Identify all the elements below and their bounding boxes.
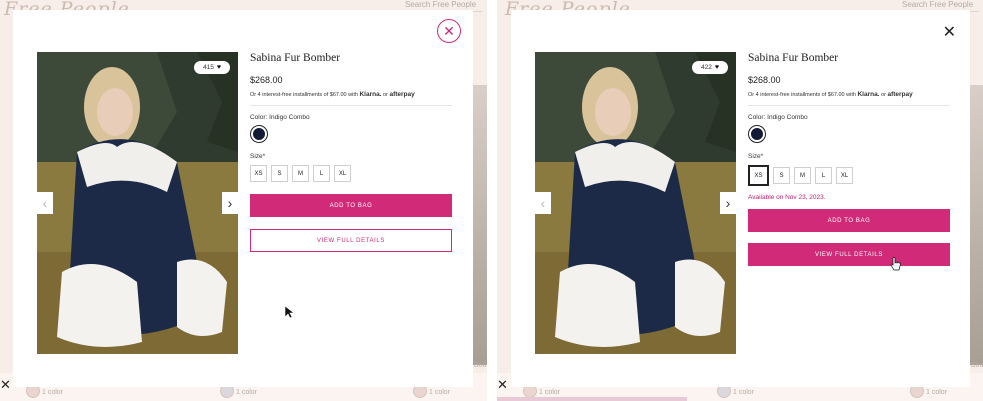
afterpay-logo[interactable]: afterpay bbox=[389, 91, 414, 98]
installments-message: Or 4 interest-free installments of $67.0… bbox=[250, 91, 452, 98]
prev-image-button[interactable]: ‹ bbox=[535, 192, 551, 214]
product-price: $268.00 bbox=[748, 75, 781, 85]
chevron-left-icon: ‹ bbox=[540, 195, 546, 211]
close-modal-button[interactable]: ✕ bbox=[437, 19, 461, 43]
background-swatch-label: 1 color bbox=[429, 389, 451, 396]
divider bbox=[250, 105, 452, 106]
color-label: Color: Indigo Combo bbox=[250, 114, 310, 121]
view-full-details-button[interactable]: VIEW FULL DETAILS bbox=[250, 229, 452, 252]
product-info: Sabina Fur Bomber $268.00 Or 4 interest-… bbox=[748, 52, 950, 266]
size-option-xs[interactable]: XS bbox=[748, 165, 769, 186]
background-product-image bbox=[473, 85, 487, 365]
left-screenshot-panel: Free People Search Free People Bou ✕ 1 c… bbox=[0, 0, 487, 401]
panel-gap bbox=[487, 0, 497, 401]
size-option-m[interactable]: M bbox=[292, 165, 309, 182]
size-option-s[interactable]: S bbox=[773, 167, 790, 184]
installments-text: Or 4 interest-free installments of $67.0… bbox=[250, 92, 358, 98]
background-product-name: Bou bbox=[971, 362, 983, 369]
klarna-logo[interactable]: Klarna. bbox=[359, 91, 381, 98]
product-photo-illustration bbox=[535, 52, 736, 354]
favorites-count: 422 bbox=[700, 64, 712, 71]
right-screenshot-panel: Free People Search Free People Bou ✕ 1 c… bbox=[497, 0, 983, 401]
background-product-image bbox=[970, 85, 983, 365]
search-input[interactable]: Search Free People bbox=[405, 0, 476, 9]
product-image: 415 ♥ ‹ › bbox=[37, 52, 238, 354]
color-label: Color: Indigo Combo bbox=[748, 114, 808, 121]
background-swatch-label: 1 color bbox=[926, 389, 948, 396]
next-image-button[interactable]: › bbox=[222, 192, 238, 214]
product-title: Sabina Fur Bomber bbox=[748, 52, 839, 64]
add-to-bag-button[interactable]: ADD TO BAG bbox=[250, 194, 452, 217]
size-option-s[interactable]: S bbox=[271, 165, 288, 182]
close-icon[interactable]: ✕ bbox=[497, 377, 508, 393]
heart-icon: ♥ bbox=[714, 64, 719, 71]
product-info: Sabina Fur Bomber $268.00 Or 4 interest-… bbox=[250, 52, 452, 252]
heart-icon: ♥ bbox=[216, 64, 221, 71]
size-option-l[interactable]: L bbox=[313, 165, 330, 182]
close-icon: ✕ bbox=[942, 24, 956, 41]
size-option-l[interactable]: L bbox=[815, 167, 832, 184]
next-image-button[interactable]: › bbox=[720, 192, 736, 214]
color-swatch-indigo[interactable] bbox=[748, 125, 766, 143]
close-modal-button[interactable]: ✕ bbox=[943, 22, 956, 42]
favorite-button[interactable]: 422 ♥ bbox=[692, 61, 728, 74]
afterpay-logo[interactable]: afterpay bbox=[887, 91, 912, 98]
search-input[interactable]: Search Free People bbox=[902, 0, 973, 9]
quick-view-modal: 422 ♥ ‹ › Sabina Fur Bomber $268.00 Or 4… bbox=[511, 10, 970, 387]
availability-message: Available on Nov 23, 2023. bbox=[748, 194, 826, 201]
background-progress-strip bbox=[497, 397, 687, 401]
installments-or: or bbox=[881, 92, 886, 98]
color-swatch-indigo[interactable] bbox=[250, 125, 268, 143]
product-photo-illustration bbox=[37, 52, 238, 354]
product-image: 422 ♥ ‹ › bbox=[535, 52, 736, 354]
installments-message: Or 4 interest-free installments of $67.0… bbox=[748, 91, 950, 98]
close-icon[interactable]: ✕ bbox=[0, 377, 11, 393]
favorite-button[interactable]: 415 ♥ bbox=[194, 61, 230, 74]
view-full-details-button[interactable]: VIEW FULL DETAILS bbox=[748, 243, 950, 266]
chevron-right-icon: › bbox=[725, 195, 731, 211]
product-price: $268.00 bbox=[250, 75, 283, 85]
prev-image-button[interactable]: ‹ bbox=[37, 192, 53, 214]
background-swatch-label: 1 color bbox=[539, 389, 561, 396]
arrow-cursor-icon bbox=[285, 306, 294, 319]
installments-text: Or 4 interest-free installments of $67.0… bbox=[748, 92, 856, 98]
background-swatch-label: 1 color bbox=[236, 389, 258, 396]
klarna-logo[interactable]: Klarna. bbox=[857, 91, 879, 98]
installments-or: or bbox=[383, 92, 388, 98]
size-option-m[interactable]: M bbox=[794, 167, 811, 184]
quick-view-modal: 415 ♥ ‹ › Sabina Fur Bomber $268.00 Or 4… bbox=[13, 10, 473, 387]
size-label: Size* bbox=[748, 153, 764, 160]
divider bbox=[748, 105, 950, 106]
size-selector: XS S M L XL bbox=[748, 165, 950, 186]
close-icon: ✕ bbox=[443, 22, 455, 39]
add-to-bag-button[interactable]: ADD TO BAG bbox=[748, 209, 950, 232]
favorites-count: 415 bbox=[202, 64, 214, 71]
background-swatch-label: 1 color bbox=[42, 389, 64, 396]
chevron-left-icon: ‹ bbox=[42, 195, 48, 211]
product-title: Sabina Fur Bomber bbox=[250, 52, 341, 64]
size-label: Size* bbox=[250, 153, 266, 160]
chevron-right-icon: › bbox=[227, 195, 233, 211]
size-option-xl[interactable]: XL bbox=[836, 167, 853, 184]
hand-pointer-icon bbox=[890, 257, 901, 271]
size-option-xl[interactable]: XL bbox=[334, 165, 351, 182]
background-swatch-label: 1 color bbox=[733, 389, 755, 396]
size-selector: XS S M L XL bbox=[250, 165, 452, 182]
size-option-xs[interactable]: XS bbox=[250, 165, 267, 182]
background-product-name: Bou bbox=[474, 362, 487, 369]
